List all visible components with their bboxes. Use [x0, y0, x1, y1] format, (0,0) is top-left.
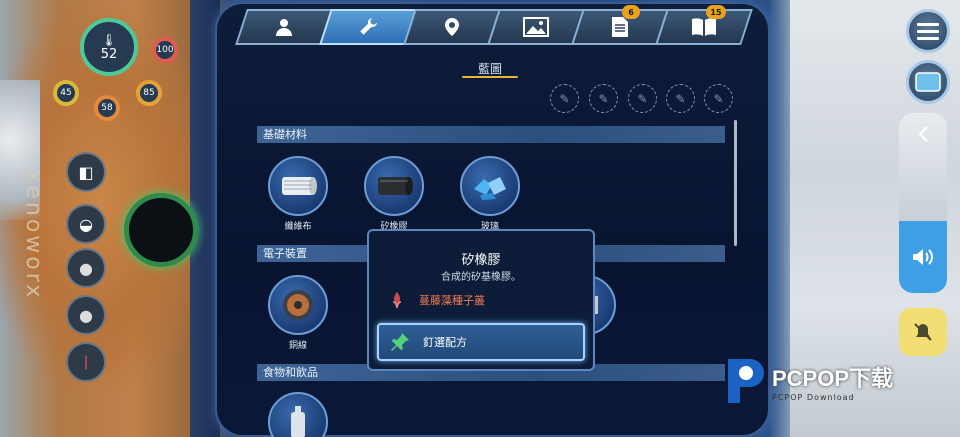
- pushpin-icon: [391, 333, 409, 351]
- temperature-gauge: 85: [136, 80, 162, 106]
- xenoworx-logo: xenoworx: [21, 170, 46, 301]
- watermark-sub: PCPOP Download: [772, 392, 855, 402]
- quickslot-1[interactable]: ◧: [66, 152, 106, 192]
- ore-icon: ●: [79, 258, 93, 278]
- pin-slot-5[interactable]: ✎: [704, 84, 733, 113]
- speaker-icon: [913, 249, 933, 265]
- bottle-icon: [291, 406, 305, 437]
- scrollbar[interactable]: [734, 120, 737, 246]
- pushpin-icon: ✎: [713, 91, 724, 106]
- watermark-brand: PCPOP下载: [772, 365, 894, 391]
- silicone-roll-icon: [378, 177, 413, 195]
- popup-title: 矽橡膠: [461, 253, 501, 268]
- pin-slot-3[interactable]: ✎: [628, 84, 657, 113]
- tab-encyclopedia[interactable]: [655, 9, 753, 45]
- pin-recipe-label: 釘選配方: [423, 336, 467, 349]
- pin-recipe-button[interactable]: 釘選配方: [377, 323, 585, 361]
- pin-slot-1[interactable]: ✎: [550, 84, 579, 113]
- health-value: 100: [156, 45, 174, 55]
- tab-gallery[interactable]: [487, 9, 585, 45]
- location-pin-icon: [445, 18, 459, 36]
- encyclopedia-badge: 15: [706, 5, 726, 19]
- health-gauge: 100: [152, 37, 178, 63]
- recipe-popup: 矽橡膠 合成的矽基橡膠。 蔓藤藻種子叢 釘選配方: [367, 229, 595, 371]
- flare-icon: ❘: [80, 354, 92, 370]
- mute-notifications-button[interactable]: [899, 308, 947, 356]
- oxygen-gauge: 🌡 52: [80, 18, 138, 76]
- watermark: PCPOP下载 PCPOP Download: [722, 355, 893, 407]
- pin-slot-4[interactable]: ✎: [666, 84, 695, 113]
- item-glass[interactable]: 玻璃: [460, 156, 520, 232]
- pda-button[interactable]: [906, 60, 950, 104]
- item-label: 纖維布: [284, 222, 312, 232]
- ore-icon: ●: [79, 305, 93, 325]
- wire-spool-icon: [283, 290, 313, 320]
- plant-option[interactable]: 蔓藤藻種子叢: [377, 285, 585, 315]
- category-basic-materials: 基礎材料: [257, 126, 725, 143]
- quickslot-4[interactable]: ●: [66, 295, 106, 335]
- thermometer-icon: 🌡: [101, 32, 117, 47]
- vine-seed-icon: [392, 292, 402, 309]
- popup-description: 合成的矽基橡膠。: [441, 272, 521, 283]
- hamburger-icon: [917, 23, 939, 40]
- person-icon: [276, 19, 292, 36]
- pushpin-icon: ✎: [637, 91, 648, 106]
- document-icon: [612, 17, 628, 37]
- oxygen-value: 52: [100, 46, 118, 62]
- book-icon: [692, 18, 716, 36]
- image-icon: [523, 17, 549, 37]
- food-gauge: 45: [53, 80, 79, 106]
- bell-off-icon: [914, 323, 932, 341]
- scanner-icon: ◧: [78, 162, 94, 182]
- item-silicone-rubber[interactable]: 矽橡膠: [364, 156, 424, 232]
- pushpin-icon: ✎: [598, 91, 609, 106]
- tab-blueprints[interactable]: [319, 9, 417, 45]
- title-underline: [462, 76, 518, 78]
- item-label: 銅線: [288, 341, 307, 351]
- food-value: 45: [60, 88, 72, 98]
- fish-icon: ◒: [79, 214, 93, 234]
- tab-personal[interactable]: [235, 9, 333, 45]
- menu-button[interactable]: [906, 9, 950, 53]
- pushpin-icon: ✎: [559, 91, 570, 106]
- item-water-bottle[interactable]: [268, 392, 328, 437]
- temperature-value: 85: [143, 88, 155, 98]
- item-copper-wire[interactable]: 銅線: [268, 275, 328, 351]
- plant-option-label: 蔓藤藻種子叢: [419, 294, 485, 307]
- quickslot-3[interactable]: ●: [66, 248, 106, 288]
- section-title: 藍圖: [478, 62, 503, 76]
- tab-log[interactable]: [571, 9, 669, 45]
- fiberglass-roll-icon: [282, 177, 317, 195]
- pin-slot-2[interactable]: ✎: [589, 84, 618, 113]
- tab-map[interactable]: [403, 9, 501, 45]
- action-button[interactable]: [124, 193, 198, 267]
- tablet-icon: [915, 72, 941, 92]
- quickslot-5[interactable]: ❘: [66, 342, 106, 382]
- glass-shards-icon: [474, 177, 506, 200]
- log-badge: 6: [622, 5, 640, 19]
- wrench-icon: [360, 18, 377, 35]
- quickslot-2[interactable]: ◒: [66, 204, 106, 244]
- pushpin-icon: ✎: [675, 91, 686, 106]
- volume-panel[interactable]: [899, 113, 947, 293]
- water-value: 58: [101, 103, 113, 113]
- item-fiberglass[interactable]: 纖維布: [268, 156, 328, 232]
- water-gauge: 58: [94, 95, 120, 121]
- chevron-left-icon: [918, 126, 928, 142]
- pcpop-logo: [728, 359, 764, 403]
